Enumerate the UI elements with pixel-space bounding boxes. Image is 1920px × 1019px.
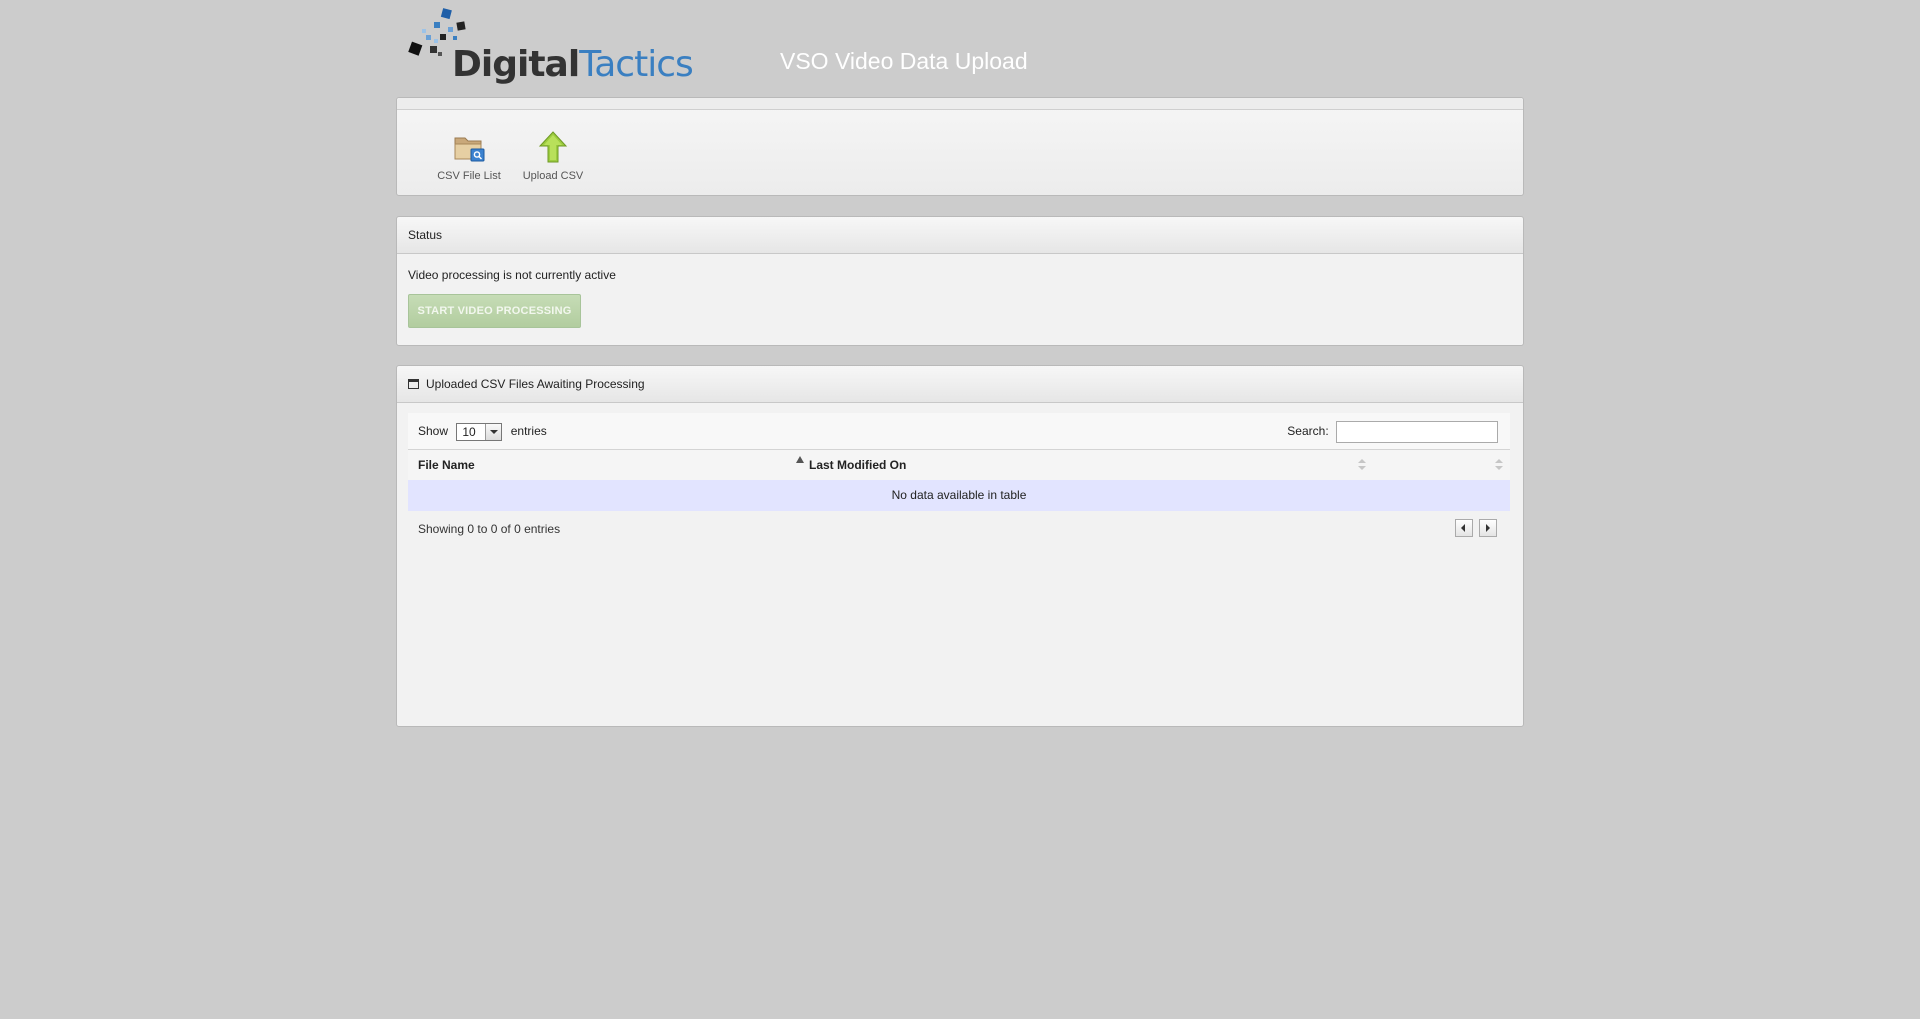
table-controls: Show 10 entries Search: [408,413,1510,451]
logo-text-tactics: Tactics [579,44,694,85]
table-search: Search: [1287,421,1498,443]
csv-file-list-button[interactable]: CSV File List [427,130,511,182]
logo-text-digital: Digital [452,44,580,85]
entries-label: entries [510,424,547,439]
column-header-last-modified-label: Last Modified On [809,458,907,472]
page-title: VSO Video Data Upload [780,48,1028,74]
files-panel: Uploaded CSV Files Awaiting Processing S… [396,365,1524,727]
files-panel-header: Uploaded CSV Files Awaiting Processing [397,366,1523,403]
search-input[interactable] [1336,421,1498,443]
table-empty-row: No data available in table [408,480,1510,511]
status-panel: Status Video processing is not currently… [396,216,1524,346]
next-page-button[interactable] [1479,519,1497,537]
status-message: Video processing is not currently active [408,268,616,282]
sort-both-icon [1358,459,1366,471]
table-icon [408,379,419,389]
table-info: Showing 0 to 0 of 0 entries [418,522,561,536]
table-header: File Name Last Modified On [408,449,1510,481]
toolbar-divider [397,98,1523,110]
status-panel-title: Status [397,217,1523,254]
sort-both-icon [1495,459,1503,471]
upload-csv-button[interactable]: Upload CSV [511,130,595,182]
toolbar: CSV File List Upload CSV [396,97,1524,196]
entries-select[interactable]: 10 [456,423,503,441]
column-header-file-name-label: File Name [418,458,475,472]
folder-search-icon [454,137,485,162]
column-header-file-name[interactable]: File Name [418,450,804,480]
logo-wordmark: DigitalTactics [452,44,694,85]
column-header-actions[interactable] [1383,450,1510,480]
files-panel-title: Uploaded CSV Files Awaiting Processing [426,377,645,391]
upload-arrow-icon [538,131,568,163]
entries-select-value: 10 [462,425,476,439]
header: DigitalTactics VSO Video Data Upload [396,0,1524,96]
sort-ascending-icon [796,456,804,463]
column-header-last-modified[interactable]: Last Modified On [809,450,1369,480]
csv-file-list-label: CSV File List [437,170,501,182]
entries-length-control: Show 10 entries [418,423,547,441]
upload-csv-label: Upload CSV [522,170,584,182]
previous-page-button[interactable] [1455,519,1473,537]
logo: DigitalTactics [408,6,694,88]
chevron-down-icon[interactable] [485,424,502,440]
page: DigitalTactics VSO Video Data Upload CSV… [396,0,1524,727]
start-video-processing-button[interactable]: START VIDEO PROCESSING [408,294,581,328]
search-label: Search: [1287,424,1329,439]
show-label: Show [418,424,449,439]
